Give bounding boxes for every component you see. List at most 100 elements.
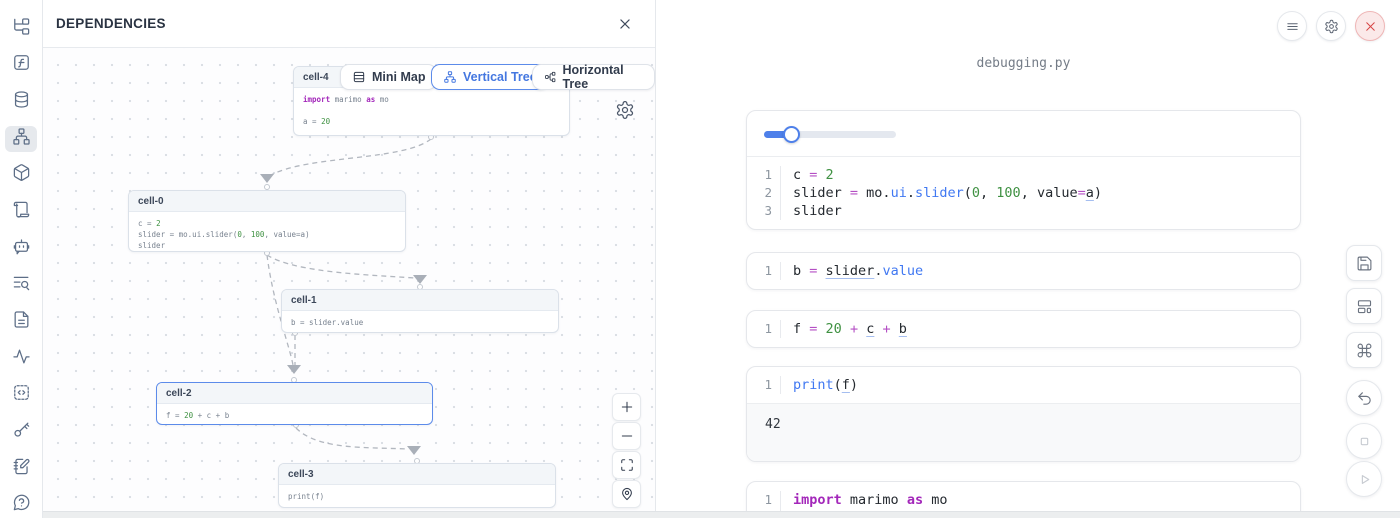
- notebook-settings-button[interactable]: [1316, 11, 1346, 41]
- sidebar-item-documentation[interactable]: [5, 309, 37, 335]
- node-title: cell-0: [129, 191, 405, 212]
- command-icon: [1356, 342, 1373, 359]
- cell-print[interactable]: 1print(f) 42: [746, 366, 1301, 462]
- node-code: c = 2slider = mo.ui.slider(0, 100, value…: [129, 212, 405, 252]
- slider-widget[interactable]: [764, 131, 896, 138]
- sidebar-item-dependency-graph[interactable]: [5, 126, 37, 152]
- file-tree-icon: [12, 17, 31, 41]
- key-icon: [12, 420, 31, 444]
- close-icon: [1363, 19, 1378, 34]
- dependency-graph-canvas[interactable]: cell-4 import marimo as mo a = 20 cell-0…: [43, 48, 655, 518]
- slider-thumb[interactable]: [783, 126, 800, 143]
- horizontal-scrollbar-track[interactable]: [43, 511, 1400, 518]
- cell-slider[interactable]: 1c = 22slider = mo.ui.slider(0, 100, val…: [746, 110, 1301, 230]
- help-bubble-icon: [12, 493, 31, 517]
- horizontal-tree-view-button[interactable]: Horizontal Tree: [532, 64, 655, 90]
- save-icon: [1356, 255, 1373, 272]
- activity-pulse-icon: [12, 347, 31, 371]
- stop-icon: [1356, 433, 1373, 450]
- node-code: f = 20 + c + b: [157, 404, 432, 425]
- graph-node-cell-3[interactable]: cell-3 print(f): [278, 463, 556, 508]
- play-icon: [1356, 471, 1373, 488]
- marimo-app: DEPENDENCIES: [0, 0, 1400, 518]
- line-number: 1: [759, 320, 781, 338]
- code-box-icon: [12, 383, 31, 407]
- dependencies-panel: DEPENDENCIES: [43, 0, 656, 518]
- node-code: print(f): [279, 485, 555, 508]
- graph-node-cell-2[interactable]: cell-2 f = 20 + c + b: [156, 382, 433, 425]
- sidebar-item-snippets[interactable]: [5, 382, 37, 408]
- node-title: cell-3: [279, 464, 555, 485]
- minus-icon: [620, 429, 634, 443]
- sidebar-item-secrets[interactable]: [5, 419, 37, 445]
- locate-button[interactable]: [612, 480, 641, 508]
- sidebar-item-logs[interactable]: [5, 199, 37, 225]
- dependencies-header: DEPENDENCIES: [43, 0, 655, 48]
- node-title: cell-2: [157, 383, 432, 404]
- sidebar-item-tracing[interactable]: [5, 346, 37, 372]
- line-number: 1: [759, 262, 781, 280]
- notebook-top-buttons: [1277, 11, 1385, 41]
- save-button[interactable]: [1346, 245, 1382, 281]
- node-code: import marimo as mo a = 20: [294, 88, 569, 133]
- list-search-icon: [12, 273, 31, 297]
- sidebar-item-table-of-contents[interactable]: [5, 272, 37, 298]
- cell-f[interactable]: 1f = 20 + c + b: [746, 310, 1301, 348]
- graph-node-cell-0[interactable]: cell-0 c = 2slider = mo.ui.slider(0, 100…: [128, 190, 406, 252]
- document-icon: [12, 310, 31, 334]
- sidebar-item-help[interactable]: [5, 492, 37, 518]
- node-code: b = slider.value: [282, 311, 558, 333]
- layout-icon: [1356, 298, 1373, 315]
- horizontal-tree-label: Horizontal Tree: [562, 63, 643, 91]
- cell-b[interactable]: 1b = slider.value: [746, 252, 1301, 290]
- sidebar-item-scratchpad[interactable]: [5, 456, 37, 482]
- vertical-tree-label: Vertical Tree: [463, 70, 537, 84]
- horizontal-tree-icon: [544, 70, 556, 84]
- line-number: 1: [759, 491, 781, 509]
- cell-output-area: [747, 111, 1300, 157]
- cells-column: 1c = 22slider = mo.ui.slider(0, 100, val…: [746, 110, 1301, 518]
- zoom-out-button[interactable]: [612, 422, 641, 450]
- notebook-menu-button[interactable]: [1277, 11, 1307, 41]
- notebook-area: debugging.py 1c = 22slider = mo.ui.slide…: [656, 0, 1400, 518]
- fit-view-button[interactable]: [612, 451, 641, 479]
- console-output-value: 42: [765, 417, 781, 432]
- chat-bot-icon: [12, 237, 31, 261]
- notebook-filename: debugging.py: [746, 56, 1301, 71]
- keyboard-shortcuts-button[interactable]: [1346, 332, 1382, 368]
- line-number: 1: [759, 166, 781, 184]
- undo-button[interactable]: [1346, 380, 1382, 416]
- zoom-in-button[interactable]: [612, 393, 641, 421]
- sidebar-item-functions[interactable]: [5, 53, 37, 79]
- gear-icon: [1324, 19, 1339, 34]
- minimap-icon: [352, 70, 366, 84]
- vertical-tree-icon: [443, 70, 457, 84]
- run-button[interactable]: [1346, 461, 1382, 497]
- panel-title: DEPENDENCIES: [56, 16, 166, 31]
- code-editor[interactable]: 1c = 22slider = mo.ui.slider(0, 100, val…: [747, 157, 1300, 229]
- scroll-icon: [12, 200, 31, 224]
- layout-button[interactable]: [1346, 288, 1382, 324]
- minimap-view-button[interactable]: Mini Map: [340, 64, 437, 90]
- close-panel-icon[interactable]: [615, 14, 635, 34]
- graph-settings-gear-icon[interactable]: [615, 100, 637, 122]
- function-square-icon: [12, 53, 31, 77]
- code-editor[interactable]: 1b = slider.value: [747, 253, 1300, 289]
- code-editor[interactable]: 1f = 20 + c + b: [747, 311, 1300, 347]
- sidebar-item-chat[interactable]: [5, 236, 37, 262]
- shutdown-button[interactable]: [1355, 11, 1385, 41]
- left-icon-sidebar: [0, 0, 43, 518]
- sidebar-item-packages[interactable]: [5, 163, 37, 189]
- graph-node-cell-1[interactable]: cell-1 b = slider.value: [281, 289, 559, 333]
- code-editor[interactable]: 1print(f): [747, 367, 1300, 403]
- line-number: 3: [759, 202, 781, 220]
- notebook-pen-icon: [12, 457, 31, 481]
- sidebar-item-file-tree[interactable]: [5, 16, 37, 42]
- stop-button[interactable]: [1346, 423, 1382, 459]
- menu-icon: [1285, 19, 1300, 34]
- sidebar-item-datasources[interactable]: [5, 89, 37, 115]
- fit-view-icon: [620, 458, 634, 472]
- undo-icon: [1356, 390, 1373, 407]
- console-output: 42: [747, 403, 1300, 461]
- minimap-label: Mini Map: [372, 70, 425, 84]
